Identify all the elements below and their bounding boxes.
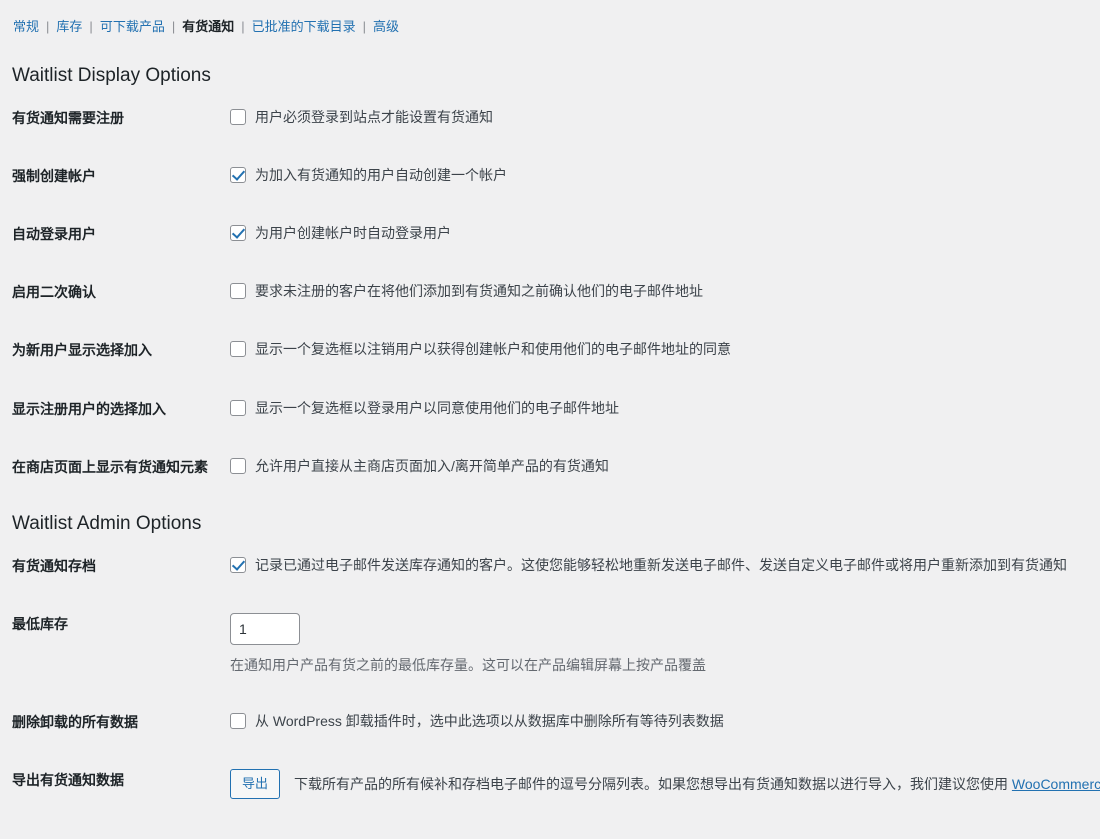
settings-row-label: 有货通知需要注册 [12, 109, 124, 126]
settings-row-label: 自动登录用户 [12, 226, 96, 243]
settings-row-label: 删除卸载的所有数据 [12, 714, 138, 731]
settings-row-control: 允许用户直接从主商店页面加入/离开简单产品的有货通知 [230, 438, 1100, 496]
subnav-separator: | [89, 19, 93, 34]
subnav-item: | 可下载产品 [83, 14, 165, 40]
checkbox-line[interactable]: 显示一个复选框以登录用户以同意使用他们的电子邮件地址 [230, 398, 1090, 418]
settings-row: 为新用户显示选择加入 显示一个复选框以注销用户以获得创建帐户和使用他们的电子邮件地… [0, 321, 1100, 379]
settings-row-control: 要求未注册的客户在将他们添加到有货通知之前确认他们的电子邮件地址 [230, 263, 1100, 321]
subnav-item: 常规 [12, 14, 40, 40]
settings-row: 最低库存在通知用户产品有货之前的最低库存量。这可以在产品编辑屏幕上按产品覆盖 [0, 595, 1100, 693]
settings-row-control: 显示一个复选框以注销用户以获得创建帐户和使用他们的电子邮件地址的同意 [230, 321, 1100, 379]
section-header-display-options: Waitlist Display Options [0, 40, 1100, 89]
settings-row-label: 为新用户显示选择加入 [12, 342, 152, 359]
settings-row: 自动登录用户 为用户创建帐户时自动登录用户 [0, 205, 1100, 263]
checkbox-label[interactable]: 从 WordPress 卸载插件时，选中此选项以从数据库中删除所有等待列表数据 [255, 711, 724, 731]
subnav-tab-0[interactable]: 常规 [12, 14, 40, 40]
checkbox-line[interactable]: 允许用户直接从主商店页面加入/离开简单产品的有货通知 [230, 456, 1090, 476]
settings-row-control: 用户必须登录到站点才能设置有货通知 [230, 89, 1100, 147]
checkbox-label[interactable]: 显示一个复选框以注销用户以获得创建帐户和使用他们的电子邮件地址的同意 [255, 339, 731, 359]
settings-row-control: 在通知用户产品有货之前的最低库存量。这可以在产品编辑屏幕上按产品覆盖 [230, 595, 1100, 693]
settings-row: 在商店页面上显示有货通知元素 允许用户直接从主商店页面加入/离开简单产品的有货通知 [0, 438, 1100, 496]
settings-page: 常规 | 库存 | 可下载产品 | 有货通知 | 已批准的下载目录 | 高级 Waitlist Di… [0, 0, 1100, 839]
settings-row: 有货通知存档 记录已通过电子邮件发送库存通知的客户。这使您能够轻松地重新发送电子邮… [0, 537, 1100, 595]
settings-row: 有货通知需要注册 用户必须登录到站点才能设置有货通知 [0, 89, 1100, 147]
checkbox-line[interactable]: 记录已通过电子邮件发送库存通知的客户。这使您能够轻松地重新发送电子邮件、发送自定… [230, 555, 1090, 575]
checkbox-label[interactable]: 显示一个复选框以登录用户以同意使用他们的电子邮件地址 [255, 398, 619, 418]
export-description: 下载所有产品的所有候补和存档电子邮件的逗号分隔列表。如果您想导出有货通知数据以进… [294, 769, 1100, 795]
export-button[interactable]: 导出 [230, 769, 281, 800]
subnav-tab-5[interactable]: 高级 [372, 14, 400, 40]
checkbox-unchecked-icon[interactable] [230, 341, 246, 358]
subnav-item: | 库存 [40, 14, 83, 40]
checkbox-unchecked-icon[interactable] [230, 399, 246, 416]
settings-subnav: 常规 | 库存 | 可下载产品 | 有货通知 | 已批准的下载目录 | 高级 [0, 0, 1100, 40]
checkbox-label[interactable]: 为用户创建帐户时自动登录用户 [255, 223, 451, 243]
subnav-separator: | [46, 19, 50, 34]
checkbox-checked-icon[interactable] [230, 225, 246, 242]
checkbox-unchecked-icon[interactable] [230, 283, 246, 300]
subnav-item: | 高级 [357, 14, 400, 40]
section-header-admin-options: Waitlist Admin Options [0, 496, 1100, 537]
settings-row-label: 强制创建帐户 [12, 167, 96, 184]
subnav-separator: | [362, 19, 367, 34]
section-title: Waitlist Admin Options [12, 513, 202, 534]
settings-row: 显示注册用户的选择加入 显示一个复选框以登录用户以同意使用他们的电子邮件地址 [0, 380, 1100, 438]
checkbox-checked-icon[interactable] [230, 556, 246, 573]
subnav-separator: | [241, 19, 245, 34]
field-description: 在通知用户产品有货之前的最低库存量。这可以在产品编辑屏幕上按产品覆盖 [230, 656, 706, 673]
settings-row-control: 显示一个复选框以登录用户以同意使用他们的电子邮件地址 [230, 380, 1100, 438]
minimum-stock-input[interactable] [230, 612, 300, 645]
subnav-item: | 已批准的下载目录 [235, 14, 356, 40]
checkbox-unchecked-icon[interactable] [230, 457, 246, 474]
display-options-table: 有货通知需要注册 用户必须登录到站点才能设置有货通知强制创建帐户 为加入有货通知的用… [0, 89, 1100, 496]
settings-row-label: 显示注册用户的选择加入 [12, 400, 166, 417]
checkbox-unchecked-icon[interactable] [230, 713, 246, 730]
subnav-tab-2[interactable]: 可下载产品 [99, 14, 166, 40]
settings-row: 启用二次确认 要求未注册的客户在将他们添加到有货通知之前确认他们的电子邮件地址 [0, 263, 1100, 321]
subnav-tab-1[interactable]: 库存 [55, 14, 83, 40]
export-control-group: 导出 下载所有产品的所有候补和存档电子邮件的逗号分隔列表。如果您想导出有货通知数据… [230, 769, 1100, 800]
checkbox-checked-icon[interactable] [230, 166, 246, 183]
checkbox-line[interactable]: 显示一个复选框以注销用户以获得创建帐户和使用他们的电子邮件地址的同意 [230, 339, 1090, 359]
section-title: Waitlist Display Options [12, 65, 211, 86]
settings-row-control: 记录已通过电子邮件发送库存通知的客户。这使您能够轻松地重新发送电子邮件、发送自定… [230, 537, 1100, 595]
settings-row-control: 为用户创建帐户时自动登录用户 [230, 205, 1100, 263]
subnav-tab-3[interactable]: 有货通知 [181, 14, 235, 40]
settings-row-label: 在商店页面上显示有货通知元素 [12, 458, 208, 475]
settings-row-control: 导出 下载所有产品的所有候补和存档电子邮件的逗号分隔列表。如果您想导出有货通知数据… [230, 751, 1100, 817]
settings-row: 导出有货通知数据 导出 下载所有产品的所有候补和存档电子邮件的逗号分隔列表。如果您想… [0, 751, 1100, 817]
settings-row-label: 启用二次确认 [12, 284, 96, 301]
checkbox-line[interactable]: 用户必须登录到站点才能设置有货通知 [230, 107, 1090, 127]
woocommerce-link[interactable]: WooCommerce [1012, 776, 1100, 792]
subnav-item: | 有货通知 [166, 14, 235, 40]
settings-row-label: 最低库存 [12, 615, 68, 632]
settings-row-control: 为加入有货通知的用户自动创建一个帐户 [230, 147, 1100, 205]
checkbox-label[interactable]: 允许用户直接从主商店页面加入/离开简单产品的有货通知 [255, 456, 609, 476]
checkbox-label[interactable]: 记录已通过电子邮件发送库存通知的客户。这使您能够轻松地重新发送电子邮件、发送自定… [255, 555, 1067, 575]
settings-row: 删除卸载的所有数据 从 WordPress 卸载插件时，选中此选项以从数据库中删除… [0, 693, 1100, 751]
admin-options-table: 有货通知存档 记录已通过电子邮件发送库存通知的客户。这使您能够轻松地重新发送电子邮… [0, 537, 1100, 818]
checkbox-line[interactable]: 为用户创建帐户时自动登录用户 [230, 223, 1090, 243]
settings-row-label: 导出有货通知数据 [12, 772, 124, 789]
checkbox-line[interactable]: 要求未注册的客户在将他们添加到有货通知之前确认他们的电子邮件地址 [230, 281, 1090, 301]
checkbox-label[interactable]: 要求未注册的客户在将他们添加到有货通知之前确认他们的电子邮件地址 [255, 281, 703, 301]
checkbox-label[interactable]: 为加入有货通知的用户自动创建一个帐户 [255, 165, 507, 185]
checkbox-line[interactable]: 为加入有货通知的用户自动创建一个帐户 [230, 165, 1090, 185]
export-description-text: 下载所有产品的所有候补和存档电子邮件的逗号分隔列表。如果您想导出有货通知数据以进… [294, 776, 1012, 793]
checkbox-label[interactable]: 用户必须登录到站点才能设置有货通知 [255, 107, 493, 127]
subnav-tab-4[interactable]: 已批准的下载目录 [251, 14, 357, 40]
settings-row: 强制创建帐户 为加入有货通知的用户自动创建一个帐户 [0, 147, 1100, 205]
checkbox-unchecked-icon[interactable] [230, 108, 246, 125]
checkbox-line[interactable]: 从 WordPress 卸载插件时，选中此选项以从数据库中删除所有等待列表数据 [230, 711, 1090, 731]
settings-row-control: 从 WordPress 卸载插件时，选中此选项以从数据库中删除所有等待列表数据 [230, 693, 1100, 751]
subnav-separator: | [171, 19, 176, 34]
settings-row-label: 有货通知存档 [12, 557, 96, 574]
